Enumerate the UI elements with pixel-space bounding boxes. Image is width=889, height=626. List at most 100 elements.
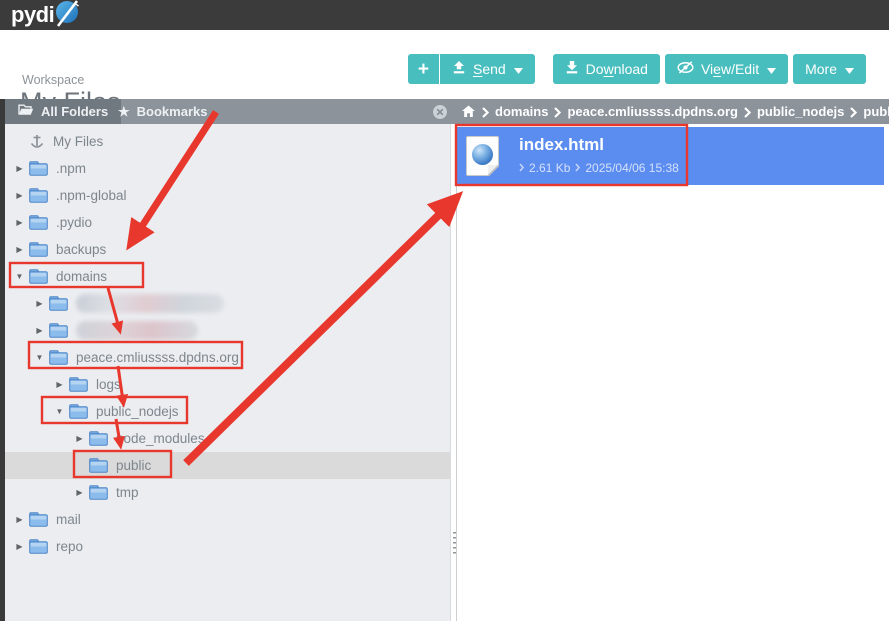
logo-globe-icon: [55, 0, 82, 33]
logo-text: pydi: [11, 2, 54, 28]
html-file-icon: [466, 136, 499, 176]
expand-arrow-icon[interactable]: ▶: [14, 543, 25, 551]
file-modified-date: 2025/04/06 15:38: [585, 161, 678, 175]
tree-item--npm-global[interactable]: ▶ .npm-global: [0, 182, 450, 209]
expand-arrow-icon[interactable]: ▶: [14, 516, 25, 524]
tree-item-label: public: [116, 458, 151, 473]
eye-off-icon: [677, 61, 694, 77]
redacted-folder-name: [76, 321, 198, 340]
tree-item--pydio[interactable]: ▶ .pydio: [0, 209, 450, 236]
add-button[interactable]: +: [408, 54, 439, 84]
tree-item-label: My Files: [53, 134, 103, 149]
view-edit-button[interactable]: View/Edit: [665, 54, 788, 84]
breadcrumb-chevron-icon: [744, 107, 751, 118]
view-edit-label: View/Edit: [701, 61, 759, 77]
panel-left-edge: [0, 99, 5, 621]
download-button[interactable]: Download: [553, 54, 660, 84]
star-icon: ★: [118, 105, 130, 118]
tab-bookmarks-label: Bookmarks: [137, 104, 208, 119]
tree-item-domains[interactable]: ▼ domains: [0, 263, 450, 290]
folder-icon: [89, 485, 108, 500]
tree-item-label: tmp: [116, 485, 139, 500]
tree-item-label: .npm: [56, 161, 86, 176]
chevron-right-icon: [519, 161, 524, 175]
download-label: Download: [586, 61, 648, 77]
expand-arrow-icon[interactable]: ▶: [14, 246, 25, 254]
panel-divider[interactable]: [450, 124, 457, 621]
expand-arrow-icon[interactable]: ▶: [34, 327, 45, 335]
tree-item-label: domains: [56, 269, 107, 284]
upload-icon: [452, 61, 466, 77]
folder-icon: [29, 215, 48, 230]
file-meta: 2.61 Kb 2025/04/06 15:38: [519, 161, 679, 175]
folder-icon: [69, 404, 88, 419]
expand-arrow-icon[interactable]: ▶: [14, 165, 25, 173]
expand-arrow-icon[interactable]: ▶: [54, 381, 65, 389]
folder-icon: [29, 242, 48, 257]
file-size: 2.61 Kb: [529, 161, 570, 175]
tree-item-label: backups: [56, 242, 106, 257]
expand-arrow-icon[interactable]: ▶: [14, 219, 25, 227]
tree-item-mail[interactable]: ▶mail: [0, 506, 450, 533]
tree-item-public[interactable]: public: [0, 452, 450, 479]
action-toolbar: + Send Download View/Edit: [408, 54, 866, 84]
folder-tree: My Files ▶ .npm ▶ .npm-global ▶ .pydio ▶ backups…: [0, 128, 450, 560]
chevron-down-icon: [767, 61, 776, 77]
redacted-folder-name: [76, 294, 224, 313]
expand-arrow-icon[interactable]: ▶: [74, 435, 85, 443]
tree-item-label: .npm-global: [56, 188, 127, 203]
chevron-down-icon: [514, 61, 523, 77]
tree-item--npm[interactable]: ▶ .npm: [0, 155, 450, 182]
tree-item-peace-cmliussss-dpdns-org[interactable]: ▼peace.cmliussss.dpdns.org: [0, 344, 450, 371]
tree-item-label: logs: [96, 377, 121, 392]
file-row-selected[interactable]: index.html 2.61 Kb 2025/04/06 15:38: [457, 127, 884, 185]
folder-icon: [49, 350, 68, 365]
more-button[interactable]: More: [793, 54, 866, 84]
collapse-arrow-icon[interactable]: ▼: [34, 354, 45, 362]
folder-icon: [49, 323, 68, 338]
folder-icon: [89, 431, 108, 446]
tree-item-redacted[interactable]: ▶: [0, 290, 450, 317]
tree-item-my-files[interactable]: My Files: [0, 128, 450, 155]
open-folder-icon: [18, 104, 34, 119]
expand-arrow-icon[interactable]: ▶: [14, 192, 25, 200]
tree-item-label: repo: [56, 539, 83, 554]
tree-item-node-modules[interactable]: ▶node_modules: [0, 425, 450, 452]
send-button[interactable]: Send: [440, 54, 535, 84]
folder-icon: [29, 269, 48, 284]
breadcrumb-chevron-icon: [482, 107, 489, 118]
tree-item-label: .pydio: [56, 215, 92, 230]
tree-item-label: public_nodejs: [96, 404, 179, 419]
pydio-logo[interactable]: pydi: [11, 0, 82, 33]
expand-arrow-icon[interactable]: ▶: [74, 489, 85, 497]
home-icon[interactable]: [461, 105, 476, 118]
tree-item-tmp[interactable]: ▶ tmp: [0, 479, 450, 506]
collapse-arrow-icon[interactable]: ▼: [54, 408, 65, 416]
breadcrumb-item[interactable]: public: [863, 104, 889, 119]
folder-icon: [29, 161, 48, 176]
breadcrumb-item[interactable]: domains: [495, 104, 548, 119]
workspace-root-icon: [29, 133, 45, 151]
send-label: Send: [473, 61, 506, 77]
folder-icon: [49, 296, 68, 311]
folder-icon: [29, 512, 48, 527]
tree-item-public-nodejs[interactable]: ▼ public_nodejs: [0, 398, 450, 425]
chevron-right-icon: [575, 161, 580, 175]
breadcrumb-item[interactable]: public_nodejs: [757, 104, 844, 119]
tree-item-logs[interactable]: ▶ logs: [0, 371, 450, 398]
close-panel-icon[interactable]: [432, 104, 448, 120]
expand-arrow-icon[interactable]: ▶: [34, 300, 45, 308]
resize-grip-icon[interactable]: [453, 532, 456, 554]
folder-icon: [89, 458, 108, 473]
tab-all-folders[interactable]: All Folders: [5, 99, 121, 124]
download-icon: [565, 61, 579, 77]
tree-item-backups[interactable]: ▶ backups: [0, 236, 450, 263]
folder-tree-panel: My Files ▶ .npm ▶ .npm-global ▶ .pydio ▶ backups…: [0, 124, 450, 621]
tab-bookmarks[interactable]: ★ Bookmarks: [105, 99, 220, 124]
collapse-arrow-icon[interactable]: ▼: [14, 273, 25, 281]
breadcrumb: domains peace.cmliussss.dpdns.org public_n…: [461, 99, 889, 124]
breadcrumb-item[interactable]: peace.cmliussss.dpdns.org: [567, 104, 738, 119]
tree-item-repo[interactable]: ▶ repo: [0, 533, 450, 560]
tree-item-redacted[interactable]: ▶: [0, 317, 450, 344]
tab-all-folders-label: All Folders: [41, 104, 108, 119]
